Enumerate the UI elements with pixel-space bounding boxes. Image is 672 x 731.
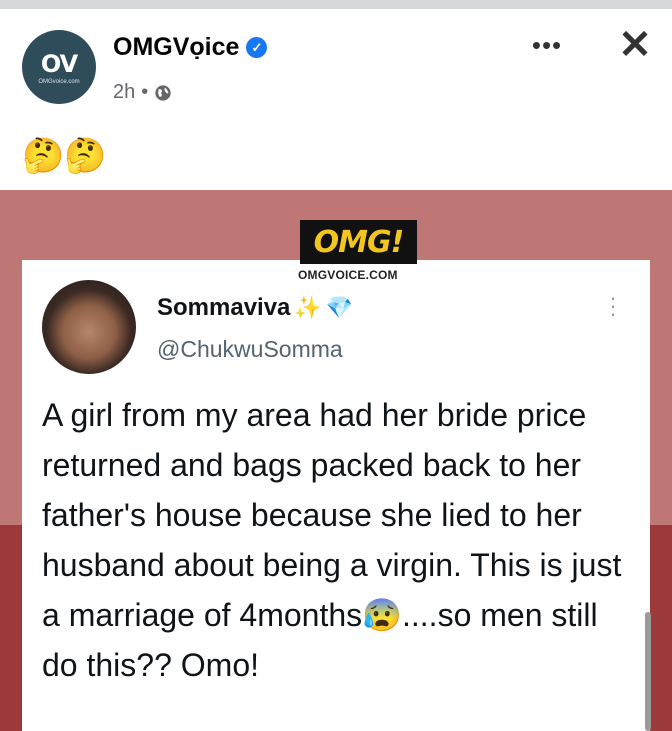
tweet-author-handle: @ChukwuSomma xyxy=(157,336,343,362)
more-options-icon[interactable]: ••• xyxy=(527,30,567,60)
gem-icon: 💎 xyxy=(325,295,354,320)
tweet-author-name-text: Sommaviva xyxy=(157,294,291,321)
post-time[interactable]: 2h xyxy=(113,81,135,104)
sparkles-icon: ✨ xyxy=(294,295,322,320)
post-caption: 🤔🤔 xyxy=(22,137,107,175)
scrollbar[interactable] xyxy=(645,612,651,731)
verified-badge-icon: ✓ xyxy=(246,37,268,58)
omg-brand-logo-text: OMG! xyxy=(313,224,405,260)
page-name-text[interactable]: OMGVọice xyxy=(113,33,239,62)
avatar-logo-sub: OMGvoice.com xyxy=(38,78,80,85)
avatar-logo: OV xyxy=(40,49,78,78)
tweet-body: A girl from my area had her bride price … xyxy=(42,397,622,683)
tweet-avatar xyxy=(42,280,136,374)
page-name[interactable]: OMGVọice ✓ xyxy=(113,33,268,62)
post-meta: 2h • xyxy=(113,81,172,104)
top-divider xyxy=(0,0,672,9)
meta-separator: • xyxy=(141,81,149,103)
omg-brand-logo: OMG! xyxy=(300,220,417,264)
tweet-card: Sommaviva ✨ 💎 @ChukwuSomma · · · A girl fr… xyxy=(22,260,650,731)
post-image[interactable]: Sommaviva ✨ 💎 @ChukwuSomma · · · A girl fr… xyxy=(0,190,672,731)
page-avatar[interactable]: OV OMGvoice.com xyxy=(22,30,96,104)
globe-icon xyxy=(155,84,171,101)
tweet-author-name: Sommaviva ✨ 💎 xyxy=(157,294,353,322)
tweet-menu-icon: · · · xyxy=(609,285,617,326)
omg-brand-url: OMGVOICE.COM xyxy=(298,268,398,282)
close-icon[interactable]: ✕ xyxy=(614,23,656,67)
